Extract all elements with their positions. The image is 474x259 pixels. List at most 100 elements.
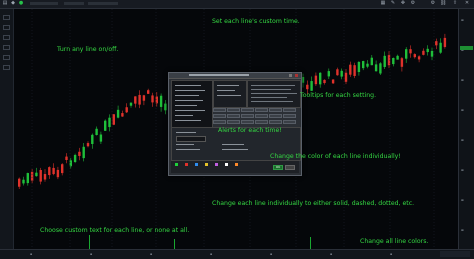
list-item[interactable] [175,90,205,91]
list-item[interactable] [175,95,199,96]
drawing-icon[interactable]: ✎ [390,1,396,6]
tool-measure-button[interactable] [3,55,10,60]
timeframe-field[interactable] [64,2,84,5]
description-panel [247,80,301,108]
indicator-settings-dialog: OK [168,72,302,176]
candle-body [151,95,154,103]
color-swatch[interactable] [205,163,208,166]
tool-line-button[interactable] [3,25,10,30]
candle-body [349,64,352,75]
candle-body [82,146,85,159]
candle-body [129,102,133,106]
settings-icon[interactable]: ⚙ [410,1,416,6]
candle-body [331,79,335,84]
time-range-selector[interactable] [440,251,470,257]
candle-body [159,95,163,107]
setting-field[interactable] [269,120,282,124]
color-swatch[interactable] [235,163,238,166]
close-icon[interactable]: ✕ [464,1,470,6]
dialog-titlebar [169,73,301,79]
gear-icon[interactable]: ⚙ [430,1,436,6]
candle-body [108,117,111,128]
link-icon[interactable]: ⛓ [440,1,446,6]
grid-icon[interactable]: ▦ [380,1,386,6]
candle-body [439,42,442,53]
cancel-button[interactable] [285,165,295,170]
candle-body [121,113,124,117]
tool-text-button[interactable] [3,45,10,50]
price-axis[interactable]: ▬ ▬ ▬ ▬ ▬ ▬ ▬ ▬ [458,9,474,249]
candle-body [357,62,361,73]
color-swatch[interactable] [225,163,228,166]
setting-field[interactable] [213,120,226,124]
list-item[interactable] [175,110,205,111]
candle-body [164,103,167,111]
tool-fib-button[interactable] [3,35,10,40]
indicator-list-panel[interactable] [171,80,213,128]
candle-body [310,81,313,91]
tool-zoom-button[interactable] [3,65,10,70]
share-icon[interactable]: ⇪ [452,1,458,6]
candle-body [86,143,90,147]
candle-body [39,169,42,182]
setting-field[interactable] [227,120,240,124]
setting-field[interactable] [241,108,254,112]
study-panel[interactable] [213,80,247,108]
list-item[interactable] [217,95,241,96]
setting-field[interactable] [269,108,282,112]
setting-field[interactable] [255,108,268,112]
candle-body [383,55,386,67]
description-line [251,101,293,102]
list-item[interactable] [175,85,201,86]
setting-field[interactable] [213,108,226,112]
cursor-icon[interactable]: ✥ [400,1,406,6]
list-item[interactable] [175,115,193,116]
color-swatch[interactable] [195,163,198,166]
tool-crosshair-button[interactable] [3,15,10,20]
current-price-badge [460,46,473,50]
setting-field[interactable] [241,114,254,118]
list-item[interactable] [175,120,201,121]
setting-field[interactable] [283,114,296,118]
candle-body [405,49,408,59]
setting-field[interactable] [255,114,268,118]
list-item[interactable] [217,90,235,91]
annotation-line-style: Change each line individually to either … [212,200,415,207]
custom-text-input[interactable] [176,136,206,142]
candle-body [125,107,128,113]
time-line-marker [174,239,175,249]
time-tick: ▪ [150,252,153,256]
price-tick: ▬ [461,138,464,142]
color-swatch[interactable] [185,163,188,166]
candle-body [344,72,348,82]
list-item[interactable] [175,100,203,101]
candle-body [435,41,438,46]
app-menu-icon[interactable]: ▤ [2,1,8,6]
candle-body [370,57,373,66]
symbol-icon[interactable]: ◆ [10,1,16,6]
setting-field[interactable] [241,120,254,124]
color-swatch[interactable] [215,163,218,166]
list-item[interactable] [175,105,197,106]
candle-body [327,71,330,77]
setting-field[interactable] [283,120,296,124]
price-tick: ▬ [461,18,464,22]
setting-field[interactable] [283,108,296,112]
setting-field[interactable] [255,120,268,124]
candle-body [379,63,382,74]
symbol-field[interactable] [30,2,58,5]
setting-field[interactable] [227,108,240,112]
candle-body [56,169,60,178]
color-swatch[interactable] [175,163,178,166]
ok-button[interactable]: OK [273,165,283,170]
price-tick: ▬ [461,78,464,82]
setting-field[interactable] [227,114,240,118]
candle-body [409,49,412,54]
dialog-minimize-button[interactable] [289,74,292,77]
list-item[interactable] [217,85,239,86]
setting-field[interactable] [269,114,282,118]
quote-field[interactable] [88,2,118,5]
candle-body [73,154,77,162]
dialog-close-button[interactable] [295,74,298,77]
setting-field[interactable] [213,114,226,118]
